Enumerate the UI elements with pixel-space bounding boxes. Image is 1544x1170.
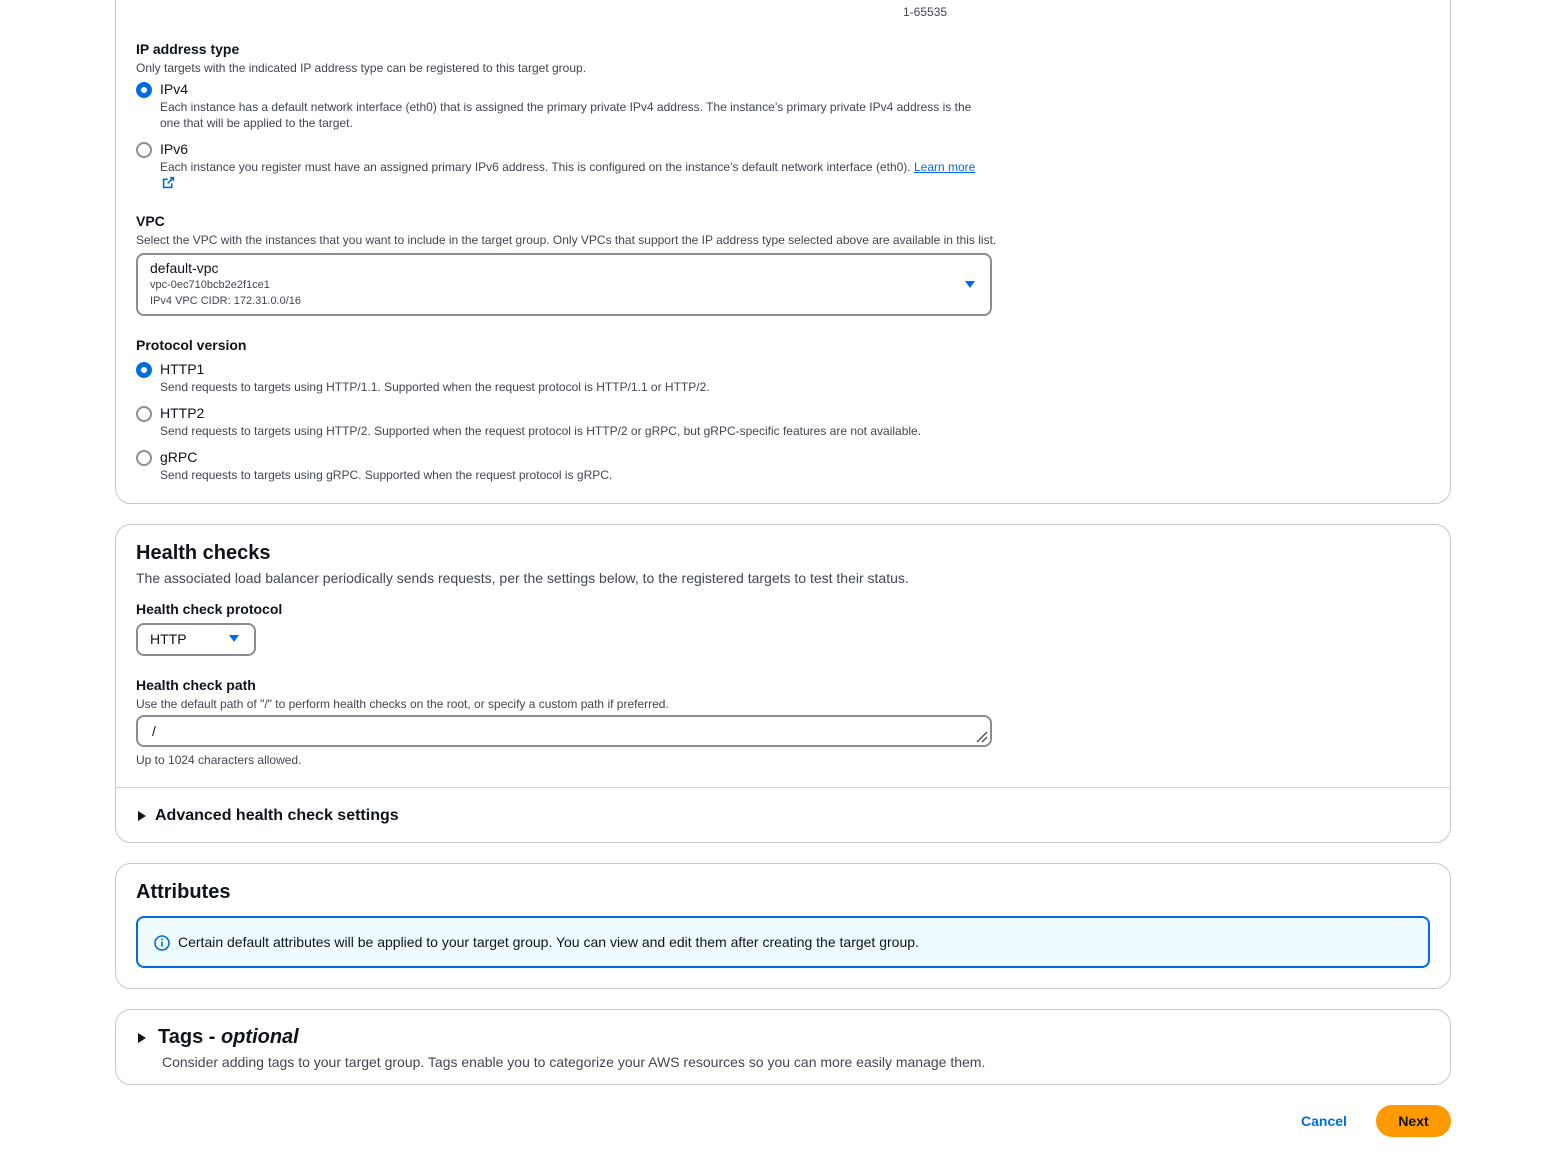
- protocol-version-label: Protocol version: [136, 337, 247, 353]
- port-range-hint: 1-65535: [903, 5, 948, 19]
- health-check-path-label: Health check path: [136, 677, 256, 693]
- radio-button-ipv6[interactable]: [136, 142, 152, 158]
- next-button[interactable]: Next: [1376, 1105, 1451, 1137]
- vpc-select[interactable]: default-vpc vpc-0ec710bcb2e2f1ce1 IPv4 V…: [136, 253, 992, 316]
- radio-button-ipv4[interactable]: [136, 82, 152, 98]
- vpc-selected-cidr: IPv4 VPC CIDR: 172.31.0.0/16: [150, 295, 302, 307]
- health-check-protocol-value: HTTP: [150, 631, 187, 647]
- caret-right-icon: [138, 1032, 146, 1043]
- tags-optional-text: optional: [220, 1026, 299, 1048]
- vpc-label: VPC: [136, 213, 165, 229]
- radio-button-http1[interactable]: [136, 362, 152, 378]
- vpc-description: Select the VPC with the instances that y…: [136, 233, 997, 247]
- health-check-path-description: Use the default path of "/" to perform h…: [136, 697, 669, 711]
- info-alert: Certain default attributes will be appli…: [136, 916, 1430, 968]
- radio-description: Each instance you register must have an …: [160, 159, 980, 191]
- health-checks-title: Health checks: [136, 542, 271, 564]
- ip-address-type-label: IP address type: [136, 41, 240, 57]
- health-check-path-input[interactable]: /: [136, 715, 992, 747]
- learn-more-text: Learn more: [913, 160, 976, 174]
- radio-label: HTTP1: [160, 361, 205, 377]
- health-check-path-constraint: Up to 1024 characters allowed.: [136, 753, 302, 767]
- health-check-protocol-select[interactable]: HTTP: [136, 623, 256, 656]
- radio-description-text: Each instance you register must have an …: [160, 160, 911, 174]
- radio-description: Send requests to targets using gRPC. Sup…: [160, 468, 613, 482]
- attributes-panel: Attributes Certain default attributes wi…: [115, 863, 1451, 989]
- vpc-selected-id: vpc-0ec710bcb2e2f1ce1: [150, 279, 270, 291]
- info-alert-text: Certain default attributes will be appli…: [178, 934, 919, 950]
- health-checks-panel: Health checks The associated load balanc…: [115, 524, 1451, 843]
- tags-title-text: Tags -: [158, 1026, 221, 1048]
- tags-title: Tags - optional: [158, 1026, 299, 1049]
- radio-description: Send requests to targets using HTTP/1.1.…: [160, 380, 710, 394]
- radio-label: IPv6: [160, 141, 189, 157]
- radio-description: Send requests to targets using HTTP/2. S…: [160, 424, 922, 438]
- health-check-path-value: /: [152, 723, 156, 739]
- health-check-protocol-label: Health check protocol: [136, 601, 283, 617]
- advanced-health-check-label: Advanced health check settings: [155, 807, 399, 824]
- ip-address-type-description: Only targets with the indicated IP addre…: [136, 61, 587, 75]
- health-checks-description: The associated load balancer periodicall…: [136, 570, 909, 586]
- radio-button-grpc[interactable]: [136, 450, 152, 466]
- radio-button-http2[interactable]: [136, 406, 152, 422]
- caret-right-icon: [138, 811, 146, 821]
- tags-expander[interactable]: Tags - optional: [138, 1026, 299, 1049]
- radio-label: IPv4: [160, 81, 189, 97]
- advanced-health-check-expander[interactable]: Advanced health check settings: [138, 807, 399, 825]
- radio-description: Each instance has a default network inte…: [160, 100, 972, 130]
- radio-label: HTTP2: [160, 405, 205, 421]
- resize-grip-icon[interactable]: [974, 729, 988, 743]
- cancel-button[interactable]: Cancel: [1288, 1105, 1360, 1137]
- caret-down-icon: [965, 281, 975, 288]
- attributes-title: Attributes: [136, 881, 231, 903]
- external-link-icon: [162, 176, 175, 189]
- info-icon: [154, 935, 170, 951]
- target-config-panel: 1-65535 IP address type Only targets wit…: [115, 0, 1451, 504]
- divider: [116, 787, 1450, 788]
- caret-down-icon: [229, 635, 239, 642]
- radio-label: gRPC: [160, 449, 198, 465]
- tags-panel: Tags - optional Consider adding tags to …: [115, 1009, 1451, 1085]
- tags-description: Consider adding tags to your target grou…: [162, 1054, 986, 1070]
- vpc-selected-name: default-vpc: [150, 260, 219, 276]
